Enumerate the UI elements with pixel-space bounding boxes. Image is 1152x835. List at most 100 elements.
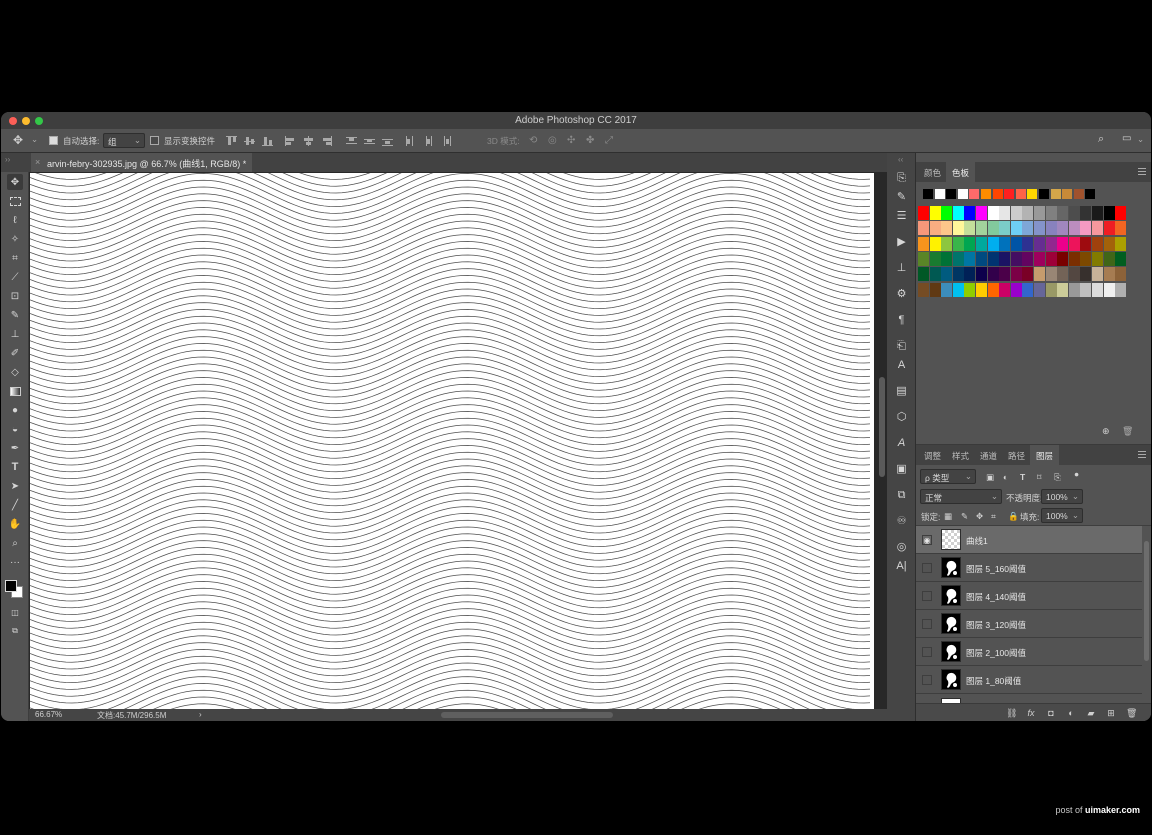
color-swatch[interactable] [976,221,987,236]
color-swatch[interactable] [976,236,987,251]
color-swatch[interactable] [1103,267,1115,282]
healing-brush-tool-icon[interactable]: ⊡ [7,288,23,304]
lock-all-icon[interactable]: 🔒 [1008,511,1019,522]
collapse-panels-icon[interactable]: ‹‹ [898,155,903,164]
color-swatch[interactable] [941,221,953,236]
color-swatch[interactable] [952,221,964,236]
color-swatch[interactable] [1073,189,1084,199]
color-swatch[interactable] [1068,221,1080,236]
color-swatch[interactable] [1057,236,1069,251]
zoom-tool-icon[interactable]: ⌕ [7,535,23,551]
filter-toggle-icon[interactable]: ● [1074,469,1079,479]
blur-tool-icon[interactable]: ● [7,402,23,418]
color-swatch[interactable] [1068,267,1080,282]
color-swatch[interactable] [1045,236,1057,251]
color-swatch[interactable] [1092,236,1103,251]
auto-select-checkbox[interactable] [49,136,58,145]
screen-mode-icon[interactable]: ⧉ [7,623,23,639]
color-swatch[interactable] [1115,251,1127,266]
tab-swatches[interactable]: 色板 [946,162,976,182]
layer-row[interactable]: 图层 2_100阈值 [916,638,1142,666]
color-swatch[interactable] [964,236,976,251]
color-swatch[interactable] [952,251,964,266]
color-swatch[interactable] [1057,282,1069,297]
blend-mode-dropdown[interactable]: 正常 ⌄ [920,489,1002,504]
color-swatch[interactable] [1068,236,1080,251]
align-left-icon[interactable] [285,136,296,146]
color-swatch[interactable] [1092,251,1103,266]
color-swatch[interactable] [957,189,968,199]
distribute-left-icon[interactable] [405,136,416,146]
color-swatch[interactable] [941,282,953,297]
color-swatch[interactable] [1080,282,1092,297]
color-swatch[interactable] [1034,282,1045,297]
properties-icon[interactable]: ▣ [894,462,909,477]
move-tool-icon[interactable]: ✥ [13,133,23,147]
filter-type-icon[interactable]: T [1020,472,1025,482]
color-swatch[interactable] [1115,267,1127,282]
eyedropper-tool-icon[interactable]: ⟋ [7,269,23,285]
filter-shape-icon[interactable]: ⌑ [1037,472,1041,483]
visibility-eye-icon[interactable] [922,591,932,601]
layer-row[interactable]: 图层 3_120阈值 [916,610,1142,638]
clone-source-icon[interactable]: ⊥ [894,261,909,276]
color-swatch[interactable] [992,189,1003,199]
layer-row[interactable]: 图层 4_140阈值 [916,582,1142,610]
line-tool-icon[interactable]: ╱ [7,497,23,513]
color-swatch[interactable] [929,267,941,282]
distribute-bottom-icon[interactable] [382,136,393,146]
color-swatch[interactable] [1103,282,1115,297]
color-swatch[interactable] [1010,282,1022,297]
color-swatch[interactable] [1092,282,1103,297]
color-swatch[interactable] [1092,221,1103,236]
layer-name[interactable]: 图层 1_80阈值 [966,675,1021,687]
tab-channels[interactable]: 通道 [974,445,1003,465]
color-swatch[interactable] [1045,251,1057,266]
tab-layers[interactable]: 图层 [1030,445,1060,465]
color-swatch[interactable] [1010,221,1022,236]
brush-presets-icon[interactable]: ✎ [894,190,909,205]
color-swatch[interactable] [964,282,976,297]
character-styles-icon[interactable]: A [894,436,909,451]
brush-tool-icon[interactable]: ✎ [7,307,23,323]
3d-panel-icon[interactable]: ⬡ [894,410,909,425]
color-swatch[interactable] [1034,206,1045,220]
crop-tool-icon[interactable]: ⌗ [7,250,23,266]
3d-scale-icon[interactable]: ⤢ [605,135,613,146]
close-tab-icon[interactable]: × [35,157,40,167]
lock-pixels-icon[interactable]: ✎ [961,511,968,522]
color-swatch[interactable] [976,206,987,220]
color-swatch[interactable] [952,282,964,297]
auto-select-dropdown[interactable]: 组 ⌄ [103,133,145,148]
color-swatch[interactable] [1010,206,1022,220]
color-swatch[interactable] [1022,236,1034,251]
color-swatch[interactable] [1022,282,1034,297]
magic-wand-tool-icon[interactable]: ✧ [7,231,23,247]
vertical-scrollbar[interactable] [879,377,885,477]
color-swatch[interactable] [1057,206,1069,220]
color-swatch[interactable] [923,189,933,199]
path-selection-tool-icon[interactable]: ➤ [7,478,23,494]
color-swatch[interactable] [918,267,929,282]
color-swatch[interactable] [1115,282,1127,297]
color-swatch[interactable] [918,251,929,266]
color-swatch[interactable] [1103,236,1115,251]
color-swatch[interactable] [987,267,999,282]
filter-adjustment-icon[interactable]: ◐ [1003,472,1008,482]
hand-tool-icon[interactable]: ✋ [7,516,23,532]
color-swatch[interactable] [1022,206,1034,220]
align-hcenter-icon[interactable] [303,136,314,146]
3d-drag-icon[interactable]: ✣ [567,135,575,146]
color-swatch[interactable] [1080,236,1092,251]
distribute-vcenter-icon[interactable] [364,136,375,146]
color-swatch[interactable] [1045,221,1057,236]
tab-paths[interactable]: 路径 [1002,445,1031,465]
workspace-chevron-icon[interactable]: ⌄ [1137,134,1144,145]
color-swatch[interactable] [969,189,980,199]
distribute-top-icon[interactable] [346,136,357,146]
paragraph-icon[interactable]: ¶ [894,313,909,328]
color-swatch[interactable] [1068,251,1080,266]
layer-name[interactable]: 图层 3_120阈值 [966,619,1026,631]
color-swatch[interactable] [952,236,964,251]
color-swatch[interactable] [929,221,941,236]
